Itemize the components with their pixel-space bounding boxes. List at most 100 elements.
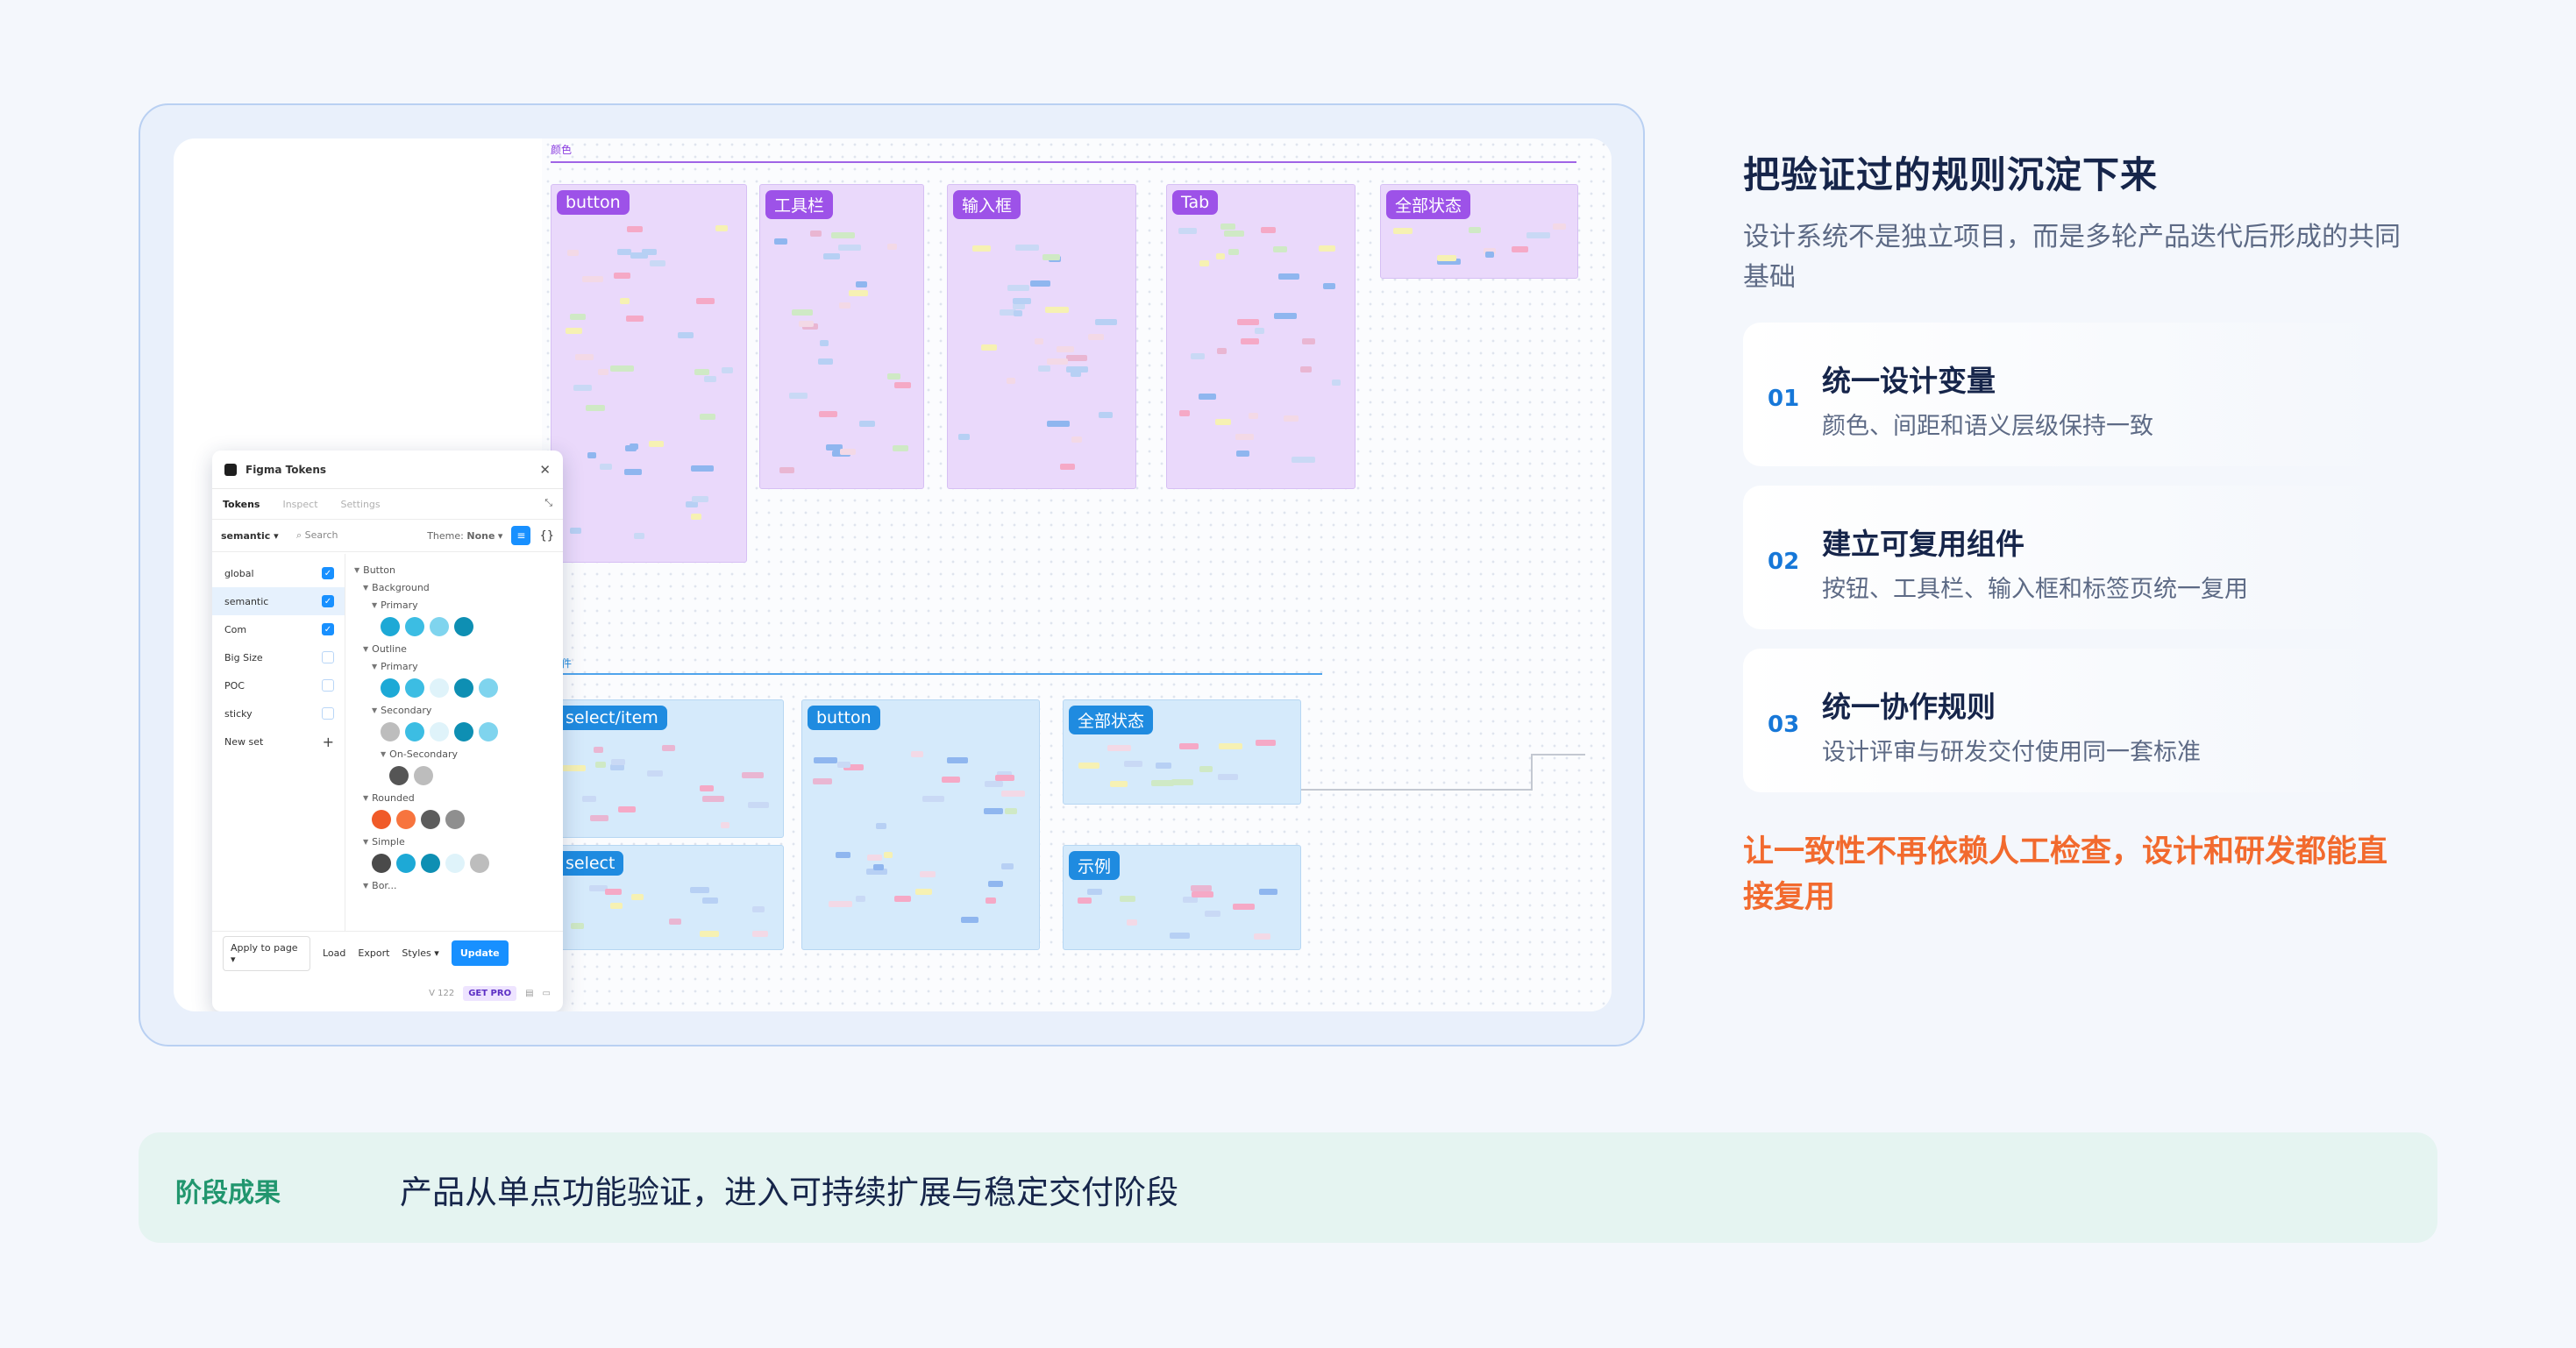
component-thumbnail: [1261, 227, 1276, 233]
collapse-icon[interactable]: ⤡: [544, 497, 552, 509]
color-swatch[interactable]: [479, 678, 498, 698]
load-button[interactable]: Load: [323, 947, 345, 959]
component-thumbnail: [1233, 904, 1255, 910]
component-thumbnail: [958, 434, 970, 440]
color-swatch[interactable]: [445, 854, 465, 873]
token-set-poc[interactable]: POC: [212, 671, 345, 699]
tree-node-background[interactable]: ▼ Background: [354, 578, 556, 596]
token-set-sticky[interactable]: sticky: [212, 699, 345, 727]
frame-all-states-component[interactable]: 全部状态: [1063, 699, 1301, 805]
color-swatch[interactable]: [405, 722, 424, 741]
frame-button[interactable]: button: [551, 184, 747, 563]
color-swatch[interactable]: [470, 854, 489, 873]
color-swatch[interactable]: [372, 854, 391, 873]
color-swatch[interactable]: [396, 854, 416, 873]
tree-node-on-secondary[interactable]: ▼ On-Secondary: [354, 745, 556, 763]
database-icon[interactable]: ▤: [525, 989, 533, 998]
token-set-label: semantic: [224, 595, 269, 607]
tree-node-outline[interactable]: ▼ Outline: [354, 640, 556, 657]
export-button[interactable]: Export: [358, 947, 389, 959]
component-thumbnail: [700, 414, 715, 420]
color-swatch[interactable]: [389, 766, 409, 785]
token-set-select[interactable]: semantic ▾: [221, 530, 288, 542]
color-swatch[interactable]: [445, 810, 465, 829]
token-set-checkbox[interactable]: ✓: [322, 623, 334, 635]
tree-node-secondary[interactable]: ▼ Secondary: [354, 701, 556, 719]
component-thumbnail: [626, 316, 644, 322]
color-swatch[interactable]: [381, 678, 400, 698]
component-thumbnail: [1047, 421, 1070, 427]
token-set-checkbox[interactable]: [322, 679, 334, 692]
color-swatch[interactable]: [454, 617, 473, 636]
token-set-checkbox[interactable]: [322, 707, 334, 720]
token-set-big-size[interactable]: Big Size: [212, 643, 345, 671]
tree-node-label: Button: [363, 564, 396, 576]
token-set-semantic[interactable]: semantic ✓: [212, 587, 345, 615]
color-swatch[interactable]: [430, 678, 449, 698]
token-set-checkbox[interactable]: ✓: [322, 567, 334, 579]
component-thumbnail: [696, 298, 715, 304]
color-swatch[interactable]: [421, 854, 440, 873]
tree-node-button[interactable]: ▼ Button: [354, 561, 556, 578]
update-button[interactable]: Update: [451, 940, 509, 966]
connector-line: [1301, 754, 1533, 789]
component-thumbnail: [1332, 380, 1341, 386]
color-swatch[interactable]: [454, 678, 473, 698]
tree-node-more[interactable]: ▼ Bor...: [354, 876, 556, 894]
color-swatch[interactable]: [396, 810, 416, 829]
tab-inspect[interactable]: Inspect: [282, 499, 317, 510]
new-set-button[interactable]: New set +: [212, 727, 345, 756]
tree-node-primary[interactable]: ▼ Primary: [354, 596, 556, 614]
json-view-icon[interactable]: {}: [539, 529, 554, 543]
frame-tab[interactable]: Tab: [1166, 184, 1356, 489]
component-thumbnail: [1256, 740, 1276, 746]
color-swatch[interactable]: [381, 722, 400, 741]
tree-node-outline-primary[interactable]: ▼ Primary: [354, 657, 556, 675]
apply-to-page-select[interactable]: Apply to page ▾: [223, 935, 310, 971]
tree-node-rounded[interactable]: ▼ Rounded: [354, 789, 556, 806]
color-swatch[interactable]: [479, 722, 498, 741]
tab-tokens[interactable]: Tokens: [223, 499, 260, 510]
tree-node-simple[interactable]: ▼ Simple: [354, 833, 556, 850]
color-swatch[interactable]: [430, 617, 449, 636]
frame-button-component[interactable]: button: [801, 699, 1040, 950]
frame-all-states[interactable]: 全部状态: [1380, 184, 1578, 279]
frame-select-item[interactable]: select/item: [551, 699, 784, 838]
token-set-checkbox[interactable]: [322, 651, 334, 663]
color-swatch[interactable]: [454, 722, 473, 741]
token-set-global[interactable]: global ✓: [212, 559, 345, 587]
theme-select[interactable]: Theme: None ▾: [427, 530, 502, 542]
token-set-checkbox[interactable]: ✓: [322, 595, 334, 607]
component-thumbnail: [1485, 252, 1494, 258]
component-thumbnail: [1035, 338, 1043, 344]
component-thumbnail: [627, 226, 643, 232]
frame-input[interactable]: 输入框: [947, 184, 1136, 489]
connector-line: [1533, 754, 1585, 756]
get-pro-badge[interactable]: GET PRO: [463, 985, 517, 1001]
color-swatch[interactable]: [430, 722, 449, 741]
component-thumbnail: [810, 231, 822, 237]
token-set-com[interactable]: Com ✓: [212, 615, 345, 643]
color-swatch[interactable]: [405, 617, 424, 636]
color-swatch[interactable]: [414, 766, 433, 785]
styles-select[interactable]: Styles ▾: [402, 947, 438, 959]
feedback-icon[interactable]: ▭: [543, 989, 551, 998]
search-input[interactable]: ⌕ Search: [296, 529, 418, 542]
close-icon[interactable]: ✕: [539, 462, 551, 478]
component-thumbnail: [1274, 313, 1297, 319]
frame-example[interactable]: 示例: [1063, 845, 1301, 950]
component-thumbnail: [1088, 334, 1104, 340]
color-swatch[interactable]: [421, 810, 440, 829]
color-swatch[interactable]: [381, 617, 400, 636]
color-swatch[interactable]: [405, 678, 424, 698]
caret-down-icon: ▼: [372, 600, 378, 609]
list-view-icon[interactable]: ≡: [511, 526, 531, 545]
frame-toolbar[interactable]: 工具栏: [759, 184, 924, 489]
component-thumbnail: [1255, 328, 1264, 334]
component-thumbnail: [1224, 231, 1244, 237]
frame-select[interactable]: select: [551, 845, 784, 950]
component-thumbnail: [691, 465, 714, 472]
tab-settings[interactable]: Settings: [341, 499, 381, 510]
color-swatch[interactable]: [372, 810, 391, 829]
component-thumbnail: [988, 881, 1003, 887]
